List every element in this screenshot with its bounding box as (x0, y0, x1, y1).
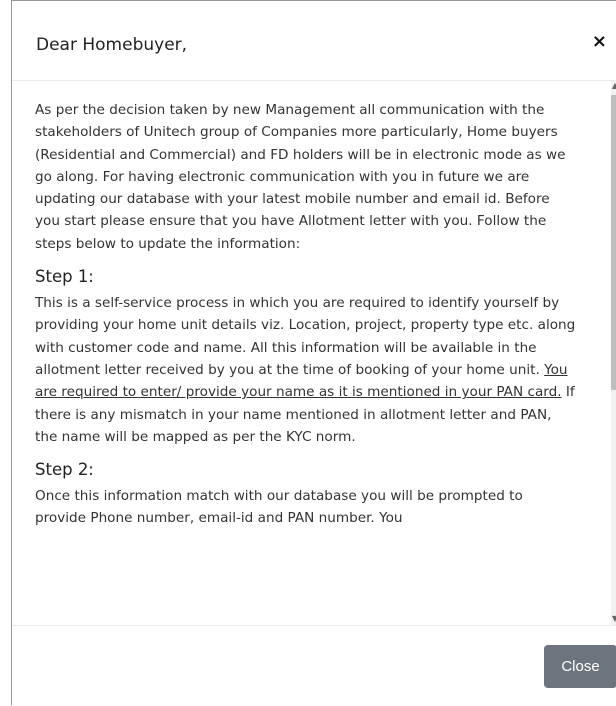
scroll-down-arrow-icon[interactable]: ▼ (612, 614, 616, 624)
step-1-text: This is a self-service process in which … (35, 292, 577, 448)
close-button[interactable]: Close (544, 645, 616, 688)
step-2-heading: Step 2: (35, 460, 94, 480)
step-1-text-part1: This is a self-service process in which … (35, 295, 576, 378)
close-icon[interactable]: × (592, 30, 607, 54)
intro-text: As per the decision taken by new Managem… (35, 102, 566, 252)
homebuyer-modal: Dear Homebuyer, × As per the decision ta… (11, 0, 616, 705)
modal-title: Dear Homebuyer, (36, 35, 188, 55)
step-1-heading: Step 1: (35, 267, 94, 287)
scroll-up-arrow-icon[interactable]: ▲ (612, 81, 616, 91)
step-2-text: Once this information match with our dat… (35, 488, 523, 527)
scrollbar-thumb[interactable] (611, 95, 616, 390)
modal-header: Dear Homebuyer, × (12, 1, 616, 81)
modal-body[interactable]: As per the decision taken by new Managem… (12, 81, 616, 625)
modal-footer: Close (12, 625, 616, 706)
modal-content: As per the decision taken by new Managem… (12, 81, 616, 530)
scrollbar[interactable]: ▲ ▼ (611, 81, 616, 625)
